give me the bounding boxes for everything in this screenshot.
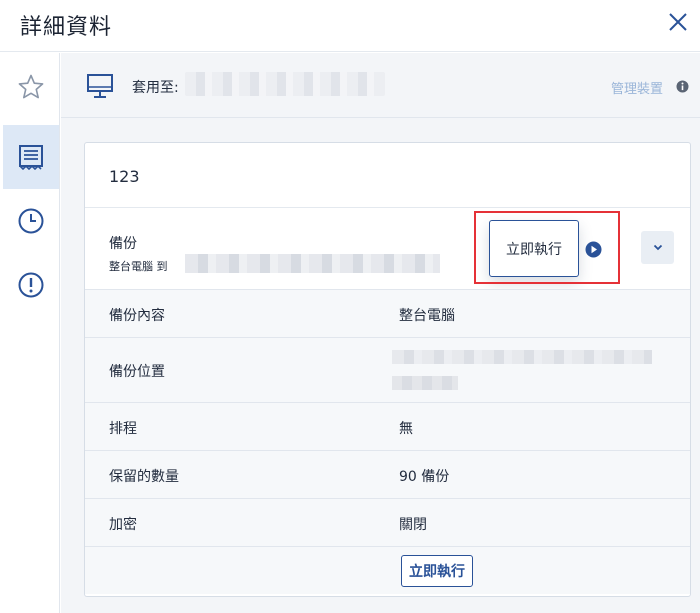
sidebar-item-history[interactable] — [3, 189, 59, 253]
play-icon[interactable] — [585, 241, 602, 258]
sidebar-item-favorite[interactable] — [3, 55, 59, 119]
monitor-icon — [87, 74, 113, 98]
apply-to-label: 套用至: — [132, 80, 179, 96]
info-icon[interactable] — [676, 80, 689, 93]
detail-row-retention: 保留的數量 90 備份 — [85, 450, 690, 498]
panel-title: 詳細資料 — [20, 15, 113, 40]
expand-button[interactable] — [641, 231, 674, 264]
backup-location-redacted — [392, 350, 652, 364]
detail-label: 備份位置 — [109, 364, 165, 380]
backup-title: 備份 — [109, 236, 137, 252]
backup-location-redacted — [392, 376, 458, 390]
detail-row-location: 備份位置 — [85, 337, 690, 402]
manage-devices-link[interactable]: 管理裝置 — [611, 78, 663, 97]
detail-value: 關閉 — [399, 517, 427, 533]
star-icon — [18, 74, 44, 99]
run-now-button[interactable]: 立即執行 — [401, 555, 473, 587]
side-nav — [0, 53, 60, 613]
detail-label: 排程 — [109, 421, 137, 437]
detail-value: 無 — [399, 421, 413, 437]
detail-label: 備份內容 — [109, 308, 165, 324]
detail-label: 加密 — [109, 517, 137, 533]
apply-to-bar: 套用至: 管理裝置 — [61, 53, 700, 118]
panel-header: 詳細資料 — [0, 0, 700, 52]
detail-row-actions: 立即執行 — [85, 546, 690, 594]
detail-value: 整台電腦 — [399, 308, 455, 324]
sidebar-item-alerts[interactable] — [3, 253, 59, 317]
chevron-down-icon — [653, 244, 662, 251]
plan-name: 123 — [109, 167, 140, 186]
close-icon[interactable] — [666, 10, 690, 34]
detail-label: 保留的數量 — [109, 469, 179, 485]
backup-subtitle: 整台電腦 到 — [109, 260, 168, 273]
alert-icon — [18, 272, 44, 298]
apply-to-device-redacted — [185, 72, 385, 96]
run-now-popup-button[interactable]: 立即執行 — [489, 220, 579, 277]
details-table: 備份內容 整台電腦 備份位置 排程 無 保留的數量 90 備份 加密 關閉 立即 — [85, 289, 690, 594]
detail-row-content: 備份內容 整台電腦 — [85, 289, 690, 337]
sidebar-item-plan-details[interactable] — [3, 125, 59, 189]
plan-card: 123 備份 整台電腦 到 立即執行 備份內容 整台電腦 備份位置 排程 無 保… — [84, 142, 691, 597]
backup-row: 備份 整台電腦 到 立即執行 — [85, 207, 690, 289]
detail-value: 90 備份 — [399, 469, 450, 485]
main-content: 套用至: 管理裝置 123 備份 整台電腦 到 立即執行 備份內容 整台電腦 備… — [61, 53, 700, 613]
clock-icon — [18, 208, 44, 234]
detail-row-schedule: 排程 無 — [85, 402, 690, 450]
list-document-icon — [19, 145, 43, 170]
backup-destination-redacted — [185, 254, 440, 273]
detail-row-encryption: 加密 關閉 — [85, 498, 690, 546]
